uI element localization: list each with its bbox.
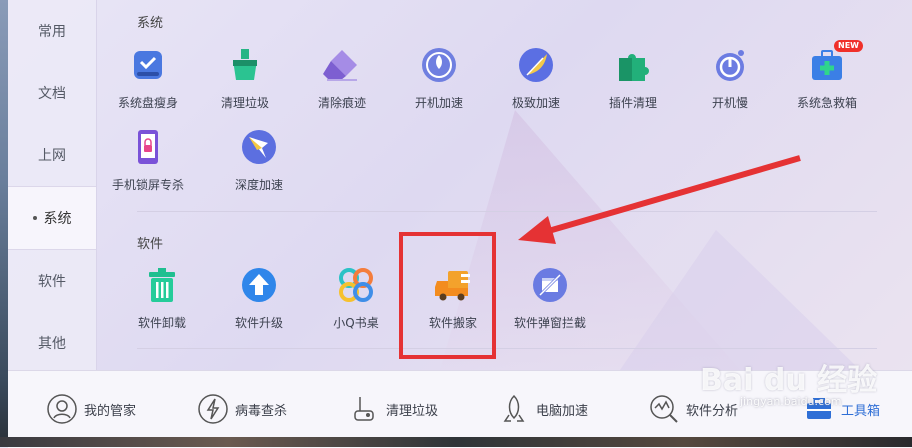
tool-grid: 系统 系统盘瘦身 清理垃圾 清除痕迹 开机加速 极致加速 插件清理 开机慢 NE… <box>96 0 912 370</box>
bottom-item-my-manager[interactable]: 我的管家 <box>46 391 136 427</box>
sidebar-item-other[interactable]: 其他 <box>8 312 96 374</box>
tile-software-q-desk[interactable]: 小Q书桌 <box>311 266 401 338</box>
tile-label: 系统盘瘦身 <box>117 96 178 110</box>
clover-icon <box>337 266 375 304</box>
new-badge: NEW <box>834 40 863 52</box>
tile-system-phone-lock-kill[interactable]: 手机锁屏专杀 <box>103 128 193 200</box>
bottom-item-label: 病毒查杀 <box>235 403 288 419</box>
tile-system-ultimate-speed[interactable]: 极致加速 <box>491 46 581 118</box>
tile-label: 系统急救箱 <box>796 96 857 110</box>
watermark-url: jingyan.baidu.com <box>740 395 842 408</box>
tile-software-uninstall[interactable]: 软件卸载 <box>117 266 207 338</box>
active-dot-icon <box>32 216 37 220</box>
tile-label: 开机加速 <box>414 96 463 110</box>
bottom-item-clean-junk[interactable]: 清理垃圾 <box>348 391 438 427</box>
compass-icon <box>240 128 278 166</box>
tile-label: 手机锁屏专杀 <box>111 178 184 192</box>
tile-system-rescue-kit[interactable]: NEW 系统急救箱 <box>782 40 872 118</box>
tile-system-clean-junk[interactable]: 清理垃圾 <box>200 46 290 118</box>
bottom-item-label: 清理垃圾 <box>386 403 439 419</box>
tile-label: 极致加速 <box>511 96 560 110</box>
tile-software-popup-block[interactable]: 软件弹窗拦截 <box>505 266 595 338</box>
power-icon <box>711 46 749 84</box>
block-popup-icon <box>531 266 569 304</box>
bottom-item-pc-speed[interactable]: 电脑加速 <box>498 391 588 427</box>
bottom-item-label: 软件分析 <box>686 403 739 419</box>
bottom-item-virus-scan[interactable]: 病毒查杀 <box>197 391 287 427</box>
watermark-brand: Bai du 经验 <box>700 363 878 398</box>
upgrade-arrow-icon <box>240 266 278 304</box>
broom-icon <box>226 46 264 84</box>
desktop-strip <box>0 437 912 447</box>
section-divider <box>137 211 877 212</box>
section-title-system: 系统 <box>137 16 164 31</box>
feather-icon <box>517 46 555 84</box>
sidebar-item-label: 文档 <box>38 86 66 102</box>
tile-label: 软件卸载 <box>137 316 186 330</box>
tile-label: 软件弹窗拦截 <box>513 316 586 330</box>
virus-shield-icon <box>198 394 228 424</box>
tile-software-upgrade[interactable]: 软件升级 <box>214 266 304 338</box>
category-sidebar: 常用 文档 上网 系统 软件 其他 <box>8 0 97 370</box>
tile-label: 小Q书桌 <box>333 316 379 330</box>
desktop-edge <box>0 0 8 447</box>
section-title-software: 软件 <box>137 237 164 252</box>
sidebar-item-label: 其他 <box>38 336 66 352</box>
tile-system-disk-slim[interactable]: 系统盘瘦身 <box>103 46 193 118</box>
analysis-icon <box>650 395 678 423</box>
sidebar-item-label: 系统 <box>43 211 72 227</box>
sidebar-item-common[interactable]: 常用 <box>8 0 96 62</box>
tile-label: 深度加速 <box>234 178 283 192</box>
bottom-item-label: 我的管家 <box>84 403 137 419</box>
tile-label: 插件清理 <box>608 96 657 110</box>
sidebar-item-internet[interactable]: 上网 <box>8 124 96 186</box>
rocket-icon <box>420 46 458 84</box>
vacuum-icon <box>354 397 374 421</box>
sidebar-item-label: 常用 <box>38 24 66 40</box>
sidebar-item-label: 软件 <box>38 274 66 290</box>
sidebar-item-label: 上网 <box>38 148 66 164</box>
disk-slim-icon <box>129 46 167 84</box>
highlight-box <box>399 232 496 359</box>
phone-lock-icon <box>129 128 167 166</box>
first-aid-icon: NEW <box>808 40 863 84</box>
rocket-icon <box>503 394 525 422</box>
tile-label: 清理垃圾 <box>220 96 269 110</box>
trash-icon <box>143 266 181 304</box>
tile-system-clear-traces[interactable]: 清除痕迹 <box>297 46 387 118</box>
avatar-icon <box>47 394 77 424</box>
tile-label: 软件升级 <box>234 316 283 330</box>
tile-label: 开机慢 <box>711 96 748 110</box>
section-divider <box>137 348 877 349</box>
sidebar-item-system[interactable]: 系统 <box>8 186 96 250</box>
eraser-icon <box>323 46 361 84</box>
tile-system-slow-boot[interactable]: 开机慢 <box>685 46 775 118</box>
tile-system-boot-speed[interactable]: 开机加速 <box>394 46 484 118</box>
sidebar-item-documents[interactable]: 文档 <box>8 62 96 124</box>
sidebar-item-software[interactable]: 软件 <box>8 250 96 312</box>
bottom-item-label: 工具箱 <box>841 403 881 419</box>
tile-system-deep-speed[interactable]: 深度加速 <box>214 128 304 200</box>
puzzle-icon <box>614 46 652 84</box>
tile-label: 清除痕迹 <box>317 96 366 110</box>
bottom-item-label: 电脑加速 <box>536 403 589 419</box>
tile-system-plugin-clean[interactable]: 插件清理 <box>588 46 678 118</box>
